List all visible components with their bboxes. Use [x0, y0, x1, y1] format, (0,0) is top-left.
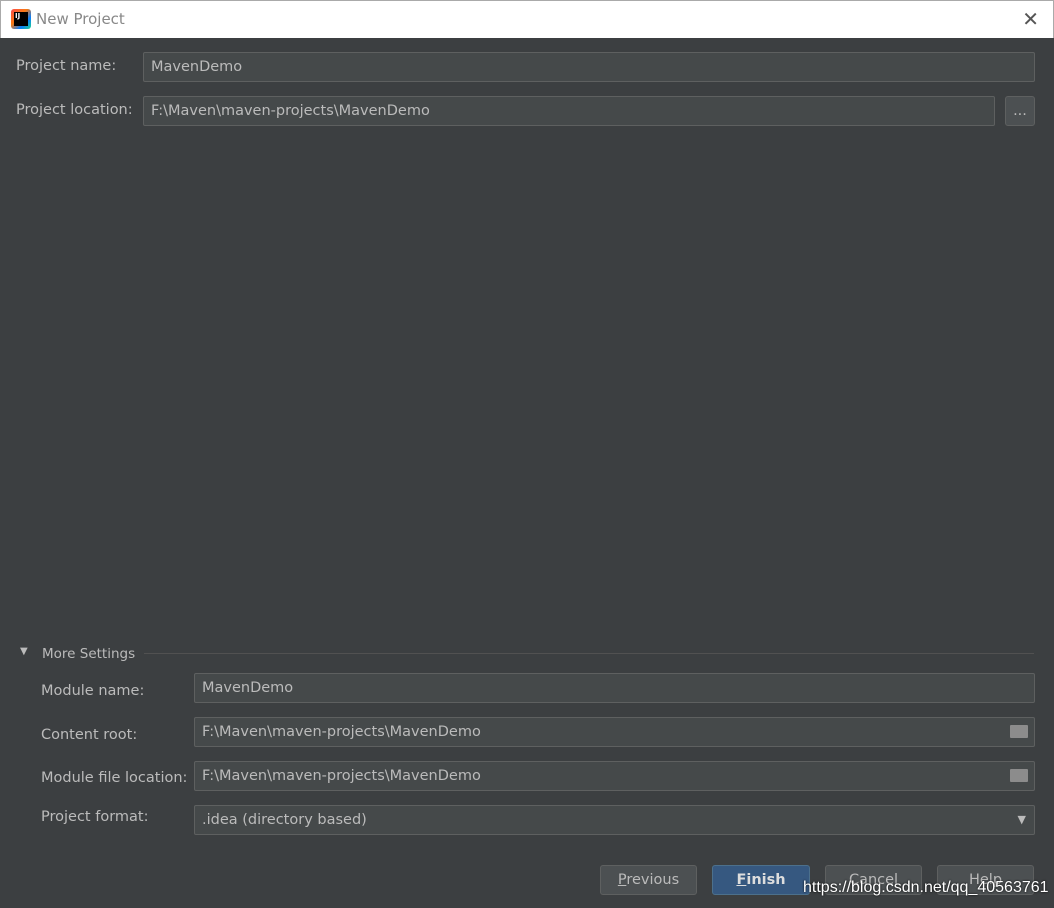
more-settings-toggle[interactable]: More Settings	[42, 646, 135, 662]
title-bar: IJ New Project ✕	[0, 0, 1054, 38]
project-format-label: Project format:	[41, 809, 149, 825]
folder-icon[interactable]	[1010, 725, 1028, 738]
content-root-value: F:\Maven\maven-projects\MavenDemo	[202, 724, 481, 740]
project-location-label: Project location:	[16, 102, 133, 118]
divider	[144, 653, 1034, 654]
watermark: https://blog.csdn.net/qq_40563761	[803, 879, 1049, 896]
project-location-input[interactable]: F:\Maven\maven-projects\MavenDemo	[143, 96, 995, 126]
window-title: New Project	[36, 10, 125, 28]
project-name-input[interactable]: MavenDemo	[143, 52, 1035, 82]
collapse-triangle-icon[interactable]: ▼	[20, 646, 28, 657]
project-format-select[interactable]: .idea (directory based) ▼	[194, 805, 1035, 835]
module-name-label: Module name:	[41, 683, 145, 699]
project-format-value: .idea (directory based)	[202, 812, 367, 828]
chevron-down-icon: ▼	[1017, 813, 1026, 826]
module-file-location-value: F:\Maven\maven-projects\MavenDemo	[202, 768, 481, 784]
previous-button[interactable]: Previous	[600, 865, 697, 895]
browse-button[interactable]: ...	[1005, 96, 1035, 126]
finish-label: inish	[746, 872, 786, 888]
module-file-location-label: Module file location:	[41, 770, 188, 786]
intellij-logo-icon: IJ	[11, 9, 31, 29]
previous-label: revious	[626, 872, 680, 888]
close-icon[interactable]: ✕	[1022, 7, 1039, 31]
module-file-location-input[interactable]: F:\Maven\maven-projects\MavenDemo	[194, 761, 1035, 791]
finish-mnemonic: F	[736, 872, 747, 888]
content-root-label: Content root:	[41, 727, 138, 743]
finish-button[interactable]: Finish	[712, 865, 810, 895]
module-name-input[interactable]: MavenDemo	[194, 673, 1035, 703]
folder-icon[interactable]	[1010, 769, 1028, 782]
content-root-input[interactable]: F:\Maven\maven-projects\MavenDemo	[194, 717, 1035, 747]
project-name-label: Project name:	[16, 58, 117, 74]
